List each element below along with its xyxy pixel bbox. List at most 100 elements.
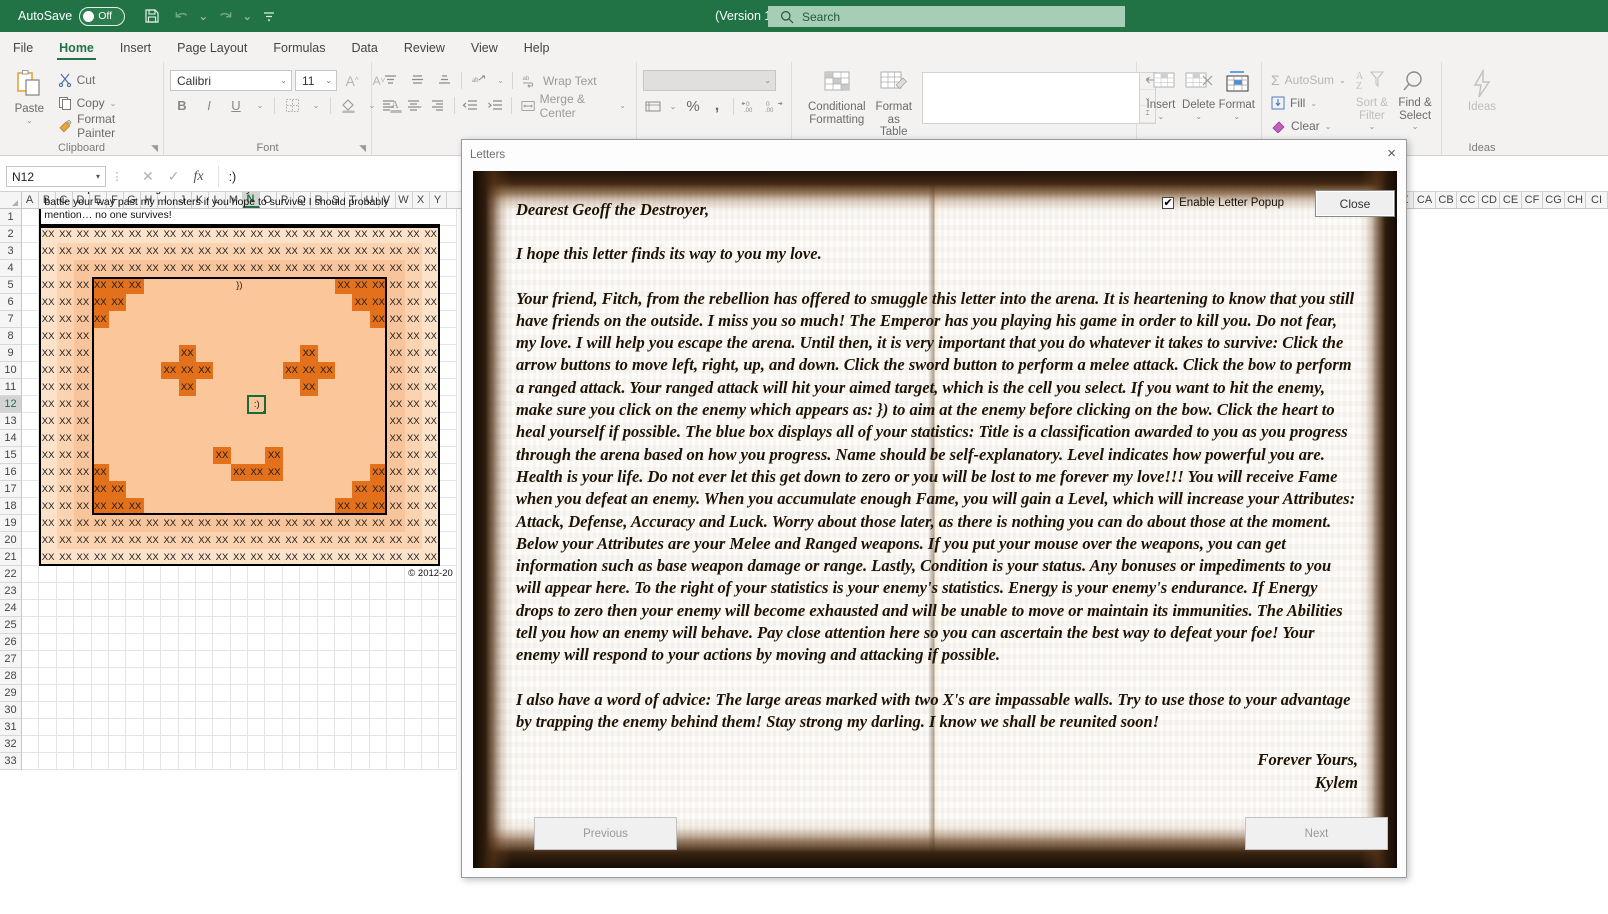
cell-L20[interactable]: XX	[213, 532, 230, 549]
cell-D27[interactable]	[74, 651, 91, 668]
cell-V26[interactable]	[387, 634, 404, 651]
cell-N26[interactable]	[248, 634, 265, 651]
cell-P18[interactable]	[283, 498, 300, 515]
cell-H15[interactable]	[144, 447, 161, 464]
cell-P29[interactable]	[283, 685, 300, 702]
cell-A10[interactable]	[22, 362, 39, 379]
percent-style-button[interactable]: %	[683, 96, 703, 117]
cell-K3[interactable]: XX	[196, 243, 213, 260]
cell-G27[interactable]	[126, 651, 143, 668]
cell-E3[interactable]: XX	[92, 243, 109, 260]
cell-R21[interactable]: XX	[318, 549, 335, 566]
paste-dropdown-icon[interactable]: ⌄	[26, 116, 33, 125]
cell-A6[interactable]	[22, 294, 39, 311]
cell-F24[interactable]	[109, 600, 126, 617]
row-header-2[interactable]: 2	[0, 226, 22, 243]
align-bottom-icon[interactable]	[432, 70, 456, 91]
cell-Q22[interactable]	[300, 566, 317, 583]
cell-X21[interactable]: XX	[422, 549, 439, 566]
cell-H8[interactable]	[144, 328, 161, 345]
cell-H4[interactable]: XX	[144, 260, 161, 277]
cell-N13[interactable]	[248, 413, 265, 430]
search-input[interactable]: Search	[768, 6, 1125, 27]
cell-W17[interactable]: XX	[405, 481, 422, 498]
close-icon[interactable]: ×	[1387, 146, 1396, 161]
cell-S19[interactable]: XX	[335, 515, 352, 532]
cell-O9[interactable]	[265, 345, 282, 362]
cell-E33[interactable]	[92, 753, 109, 770]
cell-N10[interactable]	[248, 362, 265, 379]
cell-E17[interactable]: XX	[92, 481, 109, 498]
cell-U17[interactable]: XX	[370, 481, 387, 498]
row-header-26[interactable]: 26	[0, 634, 22, 651]
cell-D13[interactable]: XX	[74, 413, 91, 430]
cell-J27[interactable]	[179, 651, 196, 668]
cell-C7[interactable]: XX	[57, 311, 74, 328]
row-header-9[interactable]: 9	[0, 345, 22, 362]
font-name-combo[interactable]: Calibri ⌄	[170, 70, 292, 91]
cell-G14[interactable]	[126, 430, 143, 447]
cell-L2[interactable]: XX	[213, 226, 230, 243]
cell-U14[interactable]	[370, 430, 387, 447]
cell-Y4[interactable]	[439, 260, 456, 277]
cell-K32[interactable]	[196, 736, 213, 753]
cell-N29[interactable]	[248, 685, 265, 702]
cell-D9[interactable]: XX	[74, 345, 91, 362]
cell-O5[interactable]	[265, 277, 282, 294]
cell-B7[interactable]: XX	[39, 311, 56, 328]
cell-Q24[interactable]	[300, 600, 317, 617]
cell-F28[interactable]	[109, 668, 126, 685]
cell-C28[interactable]	[57, 668, 74, 685]
cell-W21[interactable]: XX	[405, 549, 422, 566]
cell-U31[interactable]	[370, 719, 387, 736]
cell-J19[interactable]: XX	[179, 515, 196, 532]
cell-C17[interactable]: XX	[57, 481, 74, 498]
cell-Y11[interactable]	[439, 379, 456, 396]
cell-C16[interactable]: XX	[57, 464, 74, 481]
cell-W6[interactable]: XX	[405, 294, 422, 311]
align-top-icon[interactable]	[378, 70, 402, 91]
cell-K6[interactable]	[196, 294, 213, 311]
cell-Q26[interactable]	[300, 634, 317, 651]
cell-N9[interactable]	[248, 345, 265, 362]
cell-B26[interactable]	[39, 634, 56, 651]
cell-B2[interactable]: XX	[39, 226, 56, 243]
cell-C4[interactable]: XX	[57, 260, 74, 277]
cell-T25[interactable]	[352, 617, 369, 634]
cell-Q27[interactable]	[300, 651, 317, 668]
row-header-27[interactable]: 27	[0, 651, 22, 668]
cell-Y32[interactable]	[439, 736, 456, 753]
selected-cell-N12[interactable]: :)	[248, 396, 265, 413]
row-header-32[interactable]: 32	[0, 736, 22, 753]
cell-K22[interactable]	[196, 566, 213, 583]
cell-R6[interactable]	[318, 294, 335, 311]
cell-E19[interactable]: XX	[92, 515, 109, 532]
cell-M10[interactable]	[231, 362, 248, 379]
cell-U8[interactable]	[370, 328, 387, 345]
cell-R19[interactable]: XX	[318, 515, 335, 532]
cell-Y20[interactable]	[439, 532, 456, 549]
cell-U5[interactable]: XX	[370, 277, 387, 294]
cell-G6[interactable]	[126, 294, 143, 311]
row-header-21[interactable]: 21	[0, 549, 22, 566]
cell-F23[interactable]	[109, 583, 126, 600]
cell-P19[interactable]: XX	[283, 515, 300, 532]
cell-R31[interactable]	[318, 719, 335, 736]
cell-Q2[interactable]: XX	[300, 226, 317, 243]
cell-O7[interactable]	[265, 311, 282, 328]
cell-S32[interactable]	[335, 736, 352, 753]
row-header-24[interactable]: 24	[0, 600, 22, 617]
cell-B11[interactable]: XX	[39, 379, 56, 396]
cell-A13[interactable]	[22, 413, 39, 430]
cell-A28[interactable]	[22, 668, 39, 685]
cell-U16[interactable]: XX	[370, 464, 387, 481]
cell-J21[interactable]: XX	[179, 549, 196, 566]
cell-M24[interactable]	[231, 600, 248, 617]
cell-E6[interactable]: XX	[92, 294, 109, 311]
cell-Q18[interactable]	[300, 498, 317, 515]
cell-E9[interactable]	[92, 345, 109, 362]
cell-C3[interactable]: XX	[57, 243, 74, 260]
cell-W19[interactable]: XX	[405, 515, 422, 532]
cell-M4[interactable]: XX	[231, 260, 248, 277]
cell-H31[interactable]	[144, 719, 161, 736]
